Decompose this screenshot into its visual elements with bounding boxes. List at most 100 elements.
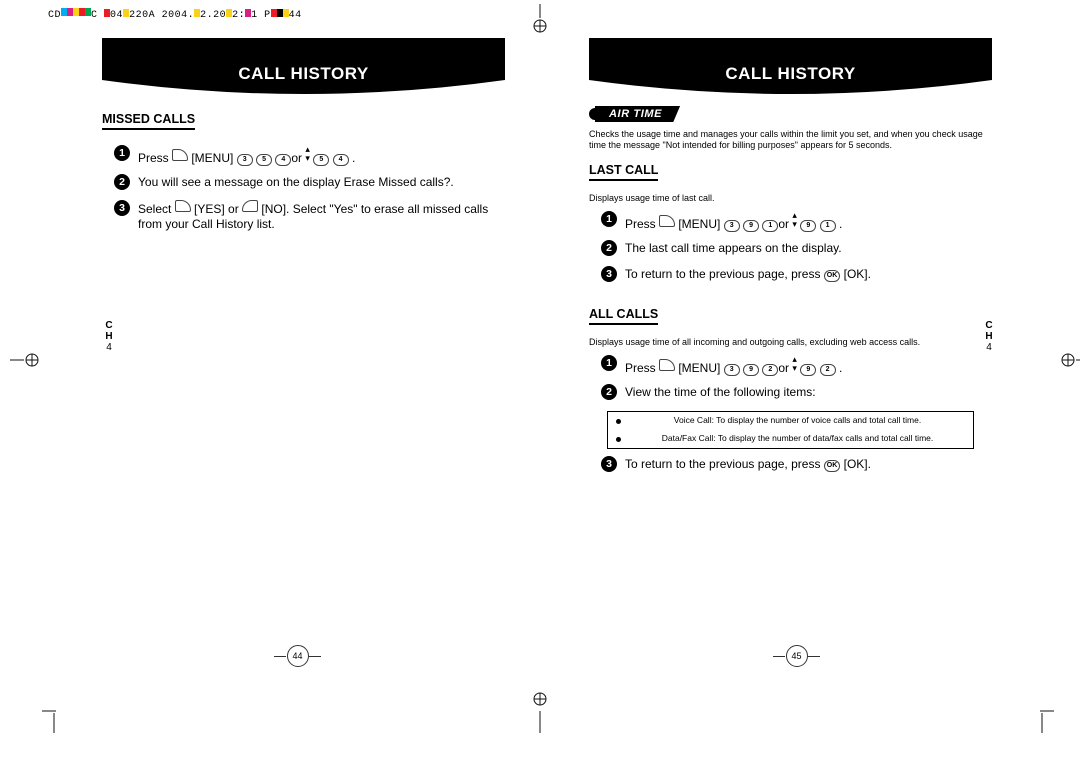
table-cell-text: Data/Fax Call: To display the number of …: [630, 433, 965, 444]
key-icon: 3: [724, 364, 740, 376]
right-page: C H 4 CALL HISTORY AIR TIME Checks the u…: [547, 20, 1046, 677]
crop-mark-icon: [1034, 703, 1054, 733]
key-icon: 5: [313, 154, 329, 166]
step-row: 2 You will see a message on the display …: [102, 175, 505, 193]
pageno-dash-icon: [309, 656, 321, 657]
key-icon: 1: [820, 220, 836, 232]
step-number-badge: 3: [601, 456, 617, 472]
step-text: To return to the previous page, press OK…: [625, 267, 871, 281]
chapter-tab-ch: C H: [982, 320, 996, 342]
chapter-tab-ch: C H: [102, 320, 116, 342]
chapter-tab: C H 4: [102, 320, 116, 353]
section-description: Displays usage time of last call.: [589, 193, 992, 204]
step-number-badge: 3: [601, 266, 617, 282]
step-row: 3 To return to the previous page, press …: [589, 457, 992, 475]
chapter-tab-num: 4: [102, 342, 116, 353]
step-text: or: [778, 217, 792, 231]
step-number-badge: 3: [114, 200, 130, 216]
step-row: 2 The last call time appears on the disp…: [589, 241, 992, 259]
key-icon: 9: [800, 364, 816, 376]
section-description: Displays usage time of all incoming and …: [589, 337, 992, 348]
step-number-badge: 1: [114, 145, 130, 161]
ok-key-icon: OK: [824, 460, 841, 472]
step-text: You will see a message on the display Er…: [138, 175, 454, 189]
section-heading: MISSED CALLS: [102, 112, 195, 130]
step-text: or: [291, 151, 305, 165]
step-text: [MENU]: [675, 217, 724, 231]
table-cell-text: Voice Call: To display the number of voi…: [630, 415, 965, 426]
crop-mark-icon: [1060, 340, 1080, 380]
softkey-icon: [659, 215, 675, 227]
softkey-icon: [175, 200, 191, 212]
step-text: .: [836, 217, 843, 231]
table-row: Voice Call: To display the number of voi…: [608, 412, 973, 430]
step-row: 1 Press [MENU] 3 9 1or ▴▾ 9 1 .: [589, 212, 992, 233]
table-row: Data/Fax Call: To display the number of …: [608, 430, 973, 448]
crop-mark-icon: [42, 703, 62, 733]
key-icon: 2: [762, 364, 778, 376]
key-icon: 2: [820, 364, 836, 376]
step-number-badge: 1: [601, 355, 617, 371]
step-text: Press: [625, 361, 659, 375]
softkey-icon: [172, 149, 188, 161]
step-row: 1 Press [MENU] 3 5 4or ▴▾ 5 4 .: [102, 146, 505, 167]
step-row: 2 View the time of the following items:: [589, 385, 992, 403]
page-title: CALL HISTORY: [589, 64, 992, 84]
document-page: CDC 04220A 2004.2.202:1 P44: [0, 0, 1080, 763]
step-text: Press: [138, 151, 172, 165]
pill-label: AIR TIME: [595, 106, 680, 122]
page-title: CALL HISTORY: [102, 64, 505, 84]
softkey-icon: [242, 200, 258, 212]
key-icon: 4: [275, 154, 291, 166]
navpad-icon: ▴▾: [792, 211, 797, 229]
section-heading: LAST CALL: [589, 163, 658, 181]
section-heading: ALL CALLS: [589, 307, 658, 325]
color-swatches: [61, 8, 91, 20]
info-table: Voice Call: To display the number of voi…: [607, 411, 974, 449]
step-text: Select [YES] or [NO]. Select "Yes" to er…: [138, 202, 488, 231]
ok-key-icon: OK: [824, 270, 841, 282]
step-number-badge: 1: [601, 211, 617, 227]
key-icon: 3: [724, 220, 740, 232]
section-pill: AIR TIME: [589, 106, 680, 122]
chapter-tab: C H 4: [982, 320, 996, 353]
key-icon: 5: [256, 154, 272, 166]
step-text: To return to the previous page, press OK…: [625, 457, 871, 471]
softkey-icon: [659, 359, 675, 371]
chapter-tab-num: 4: [982, 342, 996, 353]
step-number-badge: 2: [114, 174, 130, 190]
step-text: [MENU]: [675, 361, 724, 375]
page-title-bar: CALL HISTORY: [589, 38, 992, 94]
navpad-icon: ▴▾: [305, 145, 310, 163]
pageno-dash-icon: [773, 656, 785, 657]
step-number-badge: 2: [601, 240, 617, 256]
page-title-bar: CALL HISTORY: [102, 38, 505, 94]
key-icon: 1: [762, 220, 778, 232]
step-row: 1 Press [MENU] 3 9 2or ▴▾ 9 2 .: [589, 356, 992, 377]
page-number: 45: [786, 645, 808, 667]
key-icon: 9: [800, 220, 816, 232]
step-row: 3 Select [YES] or [NO]. Select "Yes" to …: [102, 201, 505, 232]
step-number-badge: 2: [601, 384, 617, 400]
page-spread: C H 4 CALL HISTORY MISSED CALLS 1 Press …: [48, 20, 1046, 677]
left-page: C H 4 CALL HISTORY MISSED CALLS 1 Press …: [48, 20, 547, 677]
pageno-dash-icon: [274, 656, 286, 657]
key-icon: 9: [743, 220, 759, 232]
bullet-dot-icon: [616, 433, 630, 445]
step-text: [MENU]: [188, 151, 237, 165]
step-text: or: [778, 361, 792, 375]
page-number-area: 44: [48, 645, 547, 667]
bullet-dot-icon: [616, 415, 630, 427]
step-row: 3 To return to the previous page, press …: [589, 267, 992, 285]
page-number: 44: [287, 645, 309, 667]
crop-mark-icon: [525, 689, 555, 733]
key-icon: 3: [237, 154, 253, 166]
pageno-dash-icon: [808, 656, 820, 657]
step-text: View the time of the following items:: [625, 385, 816, 399]
key-icon: 4: [333, 154, 349, 166]
step-text: .: [349, 151, 356, 165]
key-icon: 9: [743, 364, 759, 376]
step-text: Press: [625, 217, 659, 231]
step-text: The last call time appears on the displa…: [625, 241, 842, 255]
step-text: .: [836, 361, 843, 375]
